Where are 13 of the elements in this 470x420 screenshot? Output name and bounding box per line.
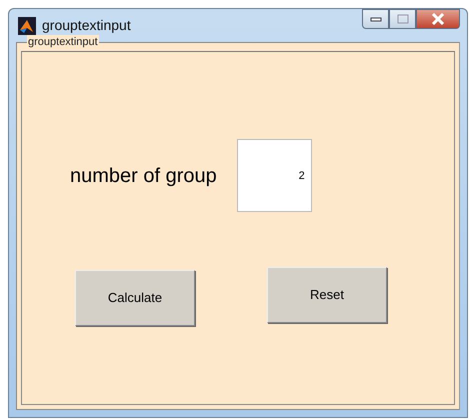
number-field[interactable]: 2 — [236, 139, 312, 212]
field-label: number of group — [70, 164, 217, 188]
maximize-button[interactable] — [389, 9, 416, 29]
window-title: grouptextinput — [42, 16, 131, 35]
maximize-icon — [396, 14, 408, 24]
close-icon — [431, 13, 445, 25]
app-icon — [18, 16, 36, 34]
close-button[interactable] — [416, 9, 460, 29]
action-button[interactable]: Calculate — [75, 270, 195, 326]
panel-title: grouptextinput — [27, 35, 99, 49]
minimize-button[interactable] — [362, 9, 389, 29]
action-button[interactable]: Reset — [267, 267, 387, 323]
minimize-icon — [370, 16, 382, 22]
